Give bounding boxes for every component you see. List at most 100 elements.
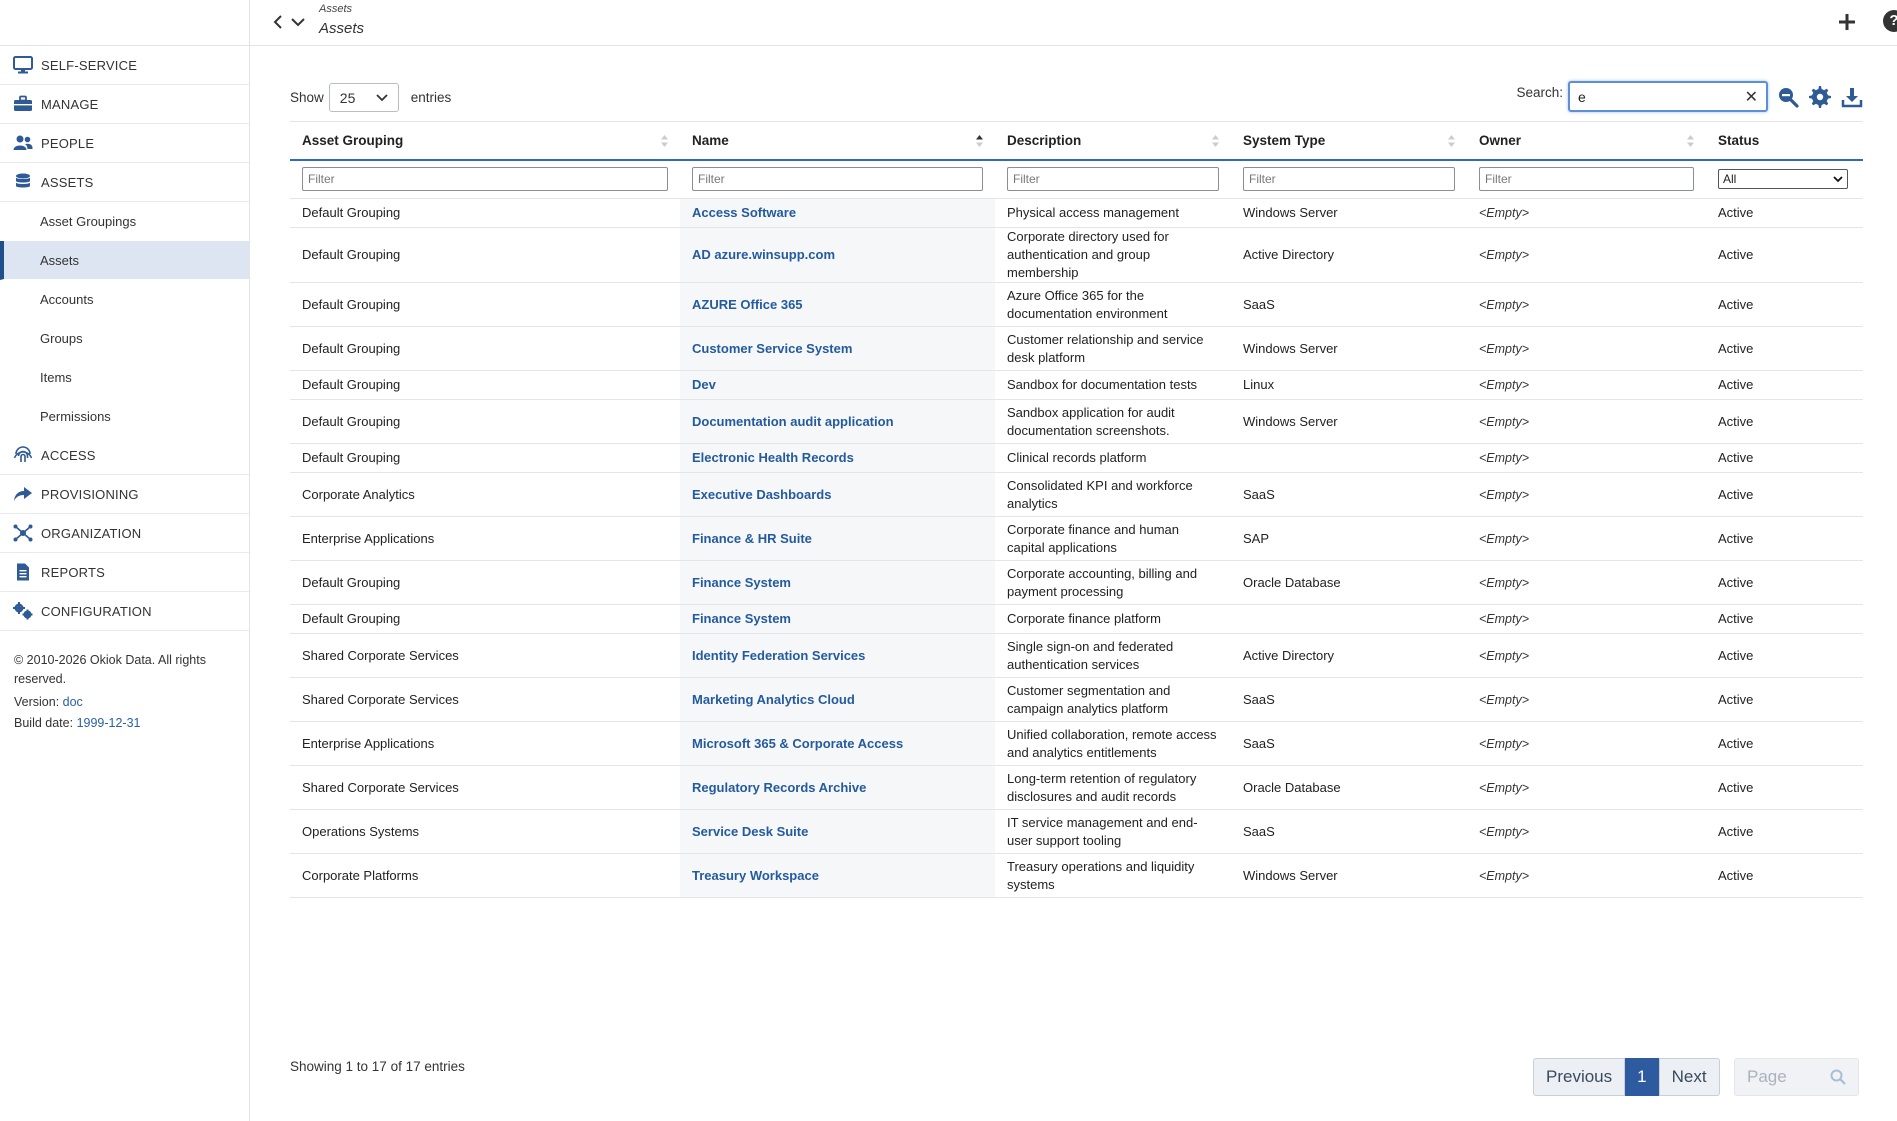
asset-name-link[interactable]: Electronic Health Records (692, 450, 854, 465)
sidebar-item-self-service[interactable]: SELF-SERVICE (0, 46, 249, 85)
search-input-value: e (1578, 88, 1586, 105)
filter-status-select[interactable]: All (1718, 169, 1848, 190)
table-row: Shared Corporate Services Regulatory Reco… (290, 765, 1863, 810)
filter-description-input[interactable]: Filter (1007, 167, 1219, 192)
cell-asset-grouping: Shared Corporate Services (290, 633, 680, 678)
cell-name: Finance & HR Suite (680, 516, 995, 561)
page-size-select[interactable]: 25 (328, 83, 399, 112)
cell-status: Active (1706, 721, 1863, 766)
asset-name-link[interactable]: Finance System (692, 575, 791, 590)
cell-owner: <Empty> (1467, 370, 1706, 400)
breadcrumb[interactable]: Assets (319, 3, 352, 15)
network-icon (12, 524, 34, 542)
sidebar-subitem-items[interactable]: Items (0, 358, 249, 397)
cell-description: Corporate finance platform (995, 604, 1231, 634)
asset-name-link[interactable]: Documentation audit application (692, 414, 894, 429)
help-icon[interactable]: ? (1883, 10, 1897, 32)
sidebar-subitem-groups[interactable]: Groups (0, 319, 249, 358)
build-date: 1999-12-31 (76, 716, 141, 730)
asset-name-link[interactable]: Customer Service System (692, 341, 852, 356)
previous-page-button[interactable]: Previous (1533, 1058, 1626, 1096)
next-page-button[interactable]: Next (1658, 1058, 1720, 1096)
sidebar-item-people[interactable]: PEOPLE (0, 124, 249, 163)
table-row: Operations Systems Service Desk Suite IT s… (290, 809, 1863, 854)
clear-search-icon[interactable]: ✕ (1745, 87, 1758, 107)
filter-system-type-input[interactable]: Filter (1243, 167, 1455, 192)
sidebar-item-assets[interactable]: ASSETS (0, 163, 249, 202)
download-icon[interactable] (1840, 85, 1864, 109)
sidebar-header (0, 0, 249, 46)
sidebar-subitem-asset-groupings[interactable]: Asset Groupings (0, 202, 249, 241)
version-link[interactable]: doc (63, 695, 83, 709)
chevron-down-icon (376, 93, 388, 101)
sidebar-item-label: ORGANIZATION (41, 525, 142, 541)
asset-name-link[interactable]: Finance System (692, 611, 791, 626)
filter-owner-input[interactable]: Filter (1479, 167, 1694, 192)
sidebar-item-access[interactable]: ACCESS (0, 436, 249, 475)
page-jump-input[interactable]: Page (1734, 1058, 1859, 1096)
cell-system-type (1231, 443, 1467, 473)
sidebar-item-manage[interactable]: MANAGE (0, 85, 249, 124)
cell-status: Active (1706, 853, 1863, 898)
sidebar-subitem-assets[interactable]: Assets (0, 241, 249, 280)
sidebar-item-organization[interactable]: ORGANIZATION (0, 514, 249, 553)
chevron-down-icon[interactable] (289, 12, 307, 32)
cell-name: Finance System (680, 560, 995, 605)
column-header-owner[interactable]: Owner (1467, 121, 1706, 161)
cell-status: Active (1706, 282, 1863, 327)
asset-name-link[interactable]: Regulatory Records Archive (692, 780, 866, 795)
search-icon[interactable] (1830, 1069, 1846, 1085)
page-title: Assets (319, 20, 365, 37)
cell-description: Corporate finance and human capital appl… (995, 516, 1231, 561)
filter-row: Filter Filter Filter Filter Filter All (290, 159, 1863, 199)
asset-name-link[interactable]: AZURE Office 365 (692, 297, 803, 312)
sort-icon (1212, 135, 1219, 147)
sidebar-item-label: REPORTS (41, 564, 106, 580)
asset-name-link[interactable]: AD azure.winsupp.com (692, 247, 835, 262)
back-chevron-icon[interactable] (270, 12, 286, 32)
cell-description: IT service management and end-user suppo… (995, 809, 1231, 854)
column-header-system-type[interactable]: System Type (1231, 121, 1467, 161)
page-1-button[interactable]: 1 (1625, 1058, 1659, 1096)
asset-name-link[interactable]: Service Desk Suite (692, 824, 808, 839)
table-header-row: Asset Grouping Name Description System T… (290, 121, 1863, 161)
asset-name-link[interactable]: Executive Dashboards (692, 487, 831, 502)
sidebar-item-configuration[interactable]: CONFIGURATION (0, 592, 249, 631)
cell-status: Active (1706, 633, 1863, 678)
sidebar-item-reports[interactable]: REPORTS (0, 553, 249, 592)
sidebar-item-provisioning[interactable]: PROVISIONING (0, 475, 249, 514)
cell-owner: <Empty> (1467, 604, 1706, 634)
search-input[interactable]: e ✕ (1568, 81, 1768, 112)
column-header-description[interactable]: Description (995, 121, 1231, 161)
add-icon[interactable] (1834, 9, 1860, 35)
table-row: Default Grouping AD azure.winsupp.com Corp… (290, 227, 1863, 283)
sidebar-subitem-accounts[interactable]: Accounts (0, 280, 249, 319)
asset-name-link[interactable]: Microsoft 365 & Corporate Access (692, 736, 903, 751)
page-size-value: 25 (339, 89, 356, 106)
column-header-name[interactable]: Name (680, 121, 995, 161)
build-line: Build date: 1999-12-31 (14, 714, 235, 733)
cell-name: AZURE Office 365 (680, 282, 995, 327)
column-header-status[interactable]: Status (1706, 121, 1863, 161)
filter-asset-grouping-input[interactable]: Filter (302, 167, 668, 192)
cell-asset-grouping: Default Grouping (290, 198, 680, 228)
asset-name-link[interactable]: Access Software (692, 205, 796, 220)
cell-owner: <Empty> (1467, 227, 1706, 283)
cell-owner: <Empty> (1467, 809, 1706, 854)
table-row: Enterprise Applications Finance & HR Suit… (290, 516, 1863, 561)
asset-name-link[interactable]: Treasury Workspace (692, 868, 819, 883)
zoom-out-icon[interactable] (1776, 85, 1800, 109)
asset-name-link[interactable]: Dev (692, 377, 716, 392)
gear-icon[interactable] (1808, 85, 1832, 109)
cell-name: Customer Service System (680, 326, 995, 371)
sidebar-subitem-permissions[interactable]: Permissions (0, 397, 249, 436)
cell-status: Active (1706, 677, 1863, 722)
cell-asset-grouping: Default Grouping (290, 227, 680, 283)
asset-name-link[interactable]: Marketing Analytics Cloud (692, 692, 855, 707)
asset-name-link[interactable]: Finance & HR Suite (692, 531, 812, 546)
sidebar-item-label: MANAGE (41, 96, 99, 112)
asset-name-link[interactable]: Identity Federation Services (692, 648, 865, 663)
filter-name-input[interactable]: Filter (692, 167, 983, 192)
column-header-asset-grouping[interactable]: Asset Grouping (290, 121, 680, 161)
cell-owner: <Empty> (1467, 853, 1706, 898)
